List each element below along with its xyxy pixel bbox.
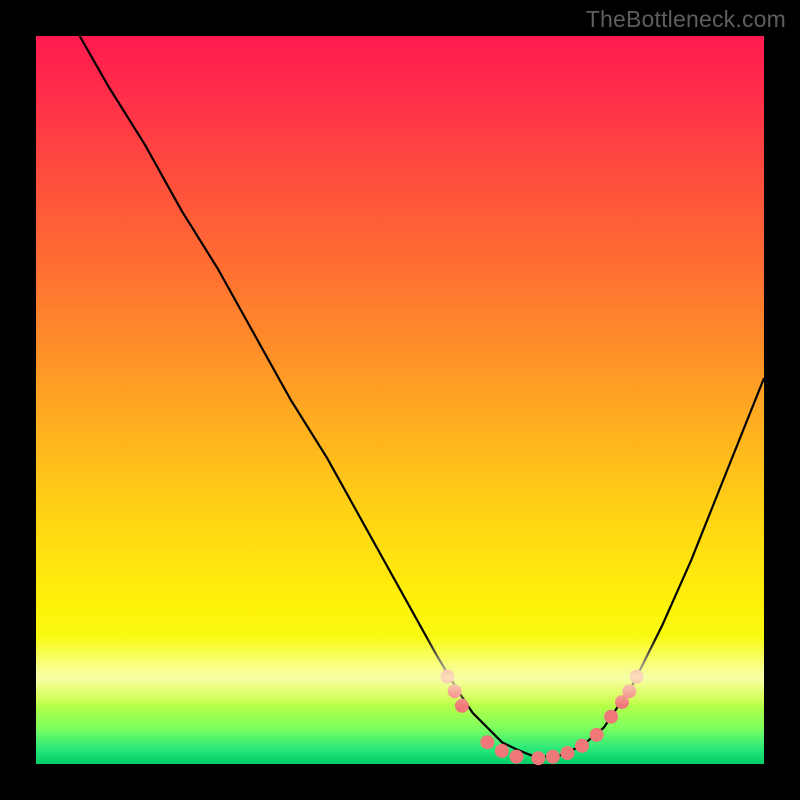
curve-marker xyxy=(495,744,509,758)
curve-marker xyxy=(546,750,560,764)
plot-area xyxy=(36,36,764,764)
curve-marker xyxy=(531,751,545,765)
curve-marker xyxy=(604,710,618,724)
curve-marker xyxy=(480,735,494,749)
curve-marker xyxy=(630,670,644,684)
curve-marker xyxy=(440,670,454,684)
curve-marker xyxy=(622,684,636,698)
curve-marker xyxy=(590,728,604,742)
watermark-text: TheBottleneck.com xyxy=(586,6,786,33)
curve-marker xyxy=(455,699,469,713)
curve-marker xyxy=(448,684,462,698)
curve-layer xyxy=(36,36,764,764)
curve-marker xyxy=(575,739,589,753)
curve-markers xyxy=(440,670,643,766)
main-curve xyxy=(80,36,764,757)
curve-marker xyxy=(560,746,574,760)
curve-marker xyxy=(510,750,524,764)
chart-frame: TheBottleneck.com xyxy=(0,0,800,800)
